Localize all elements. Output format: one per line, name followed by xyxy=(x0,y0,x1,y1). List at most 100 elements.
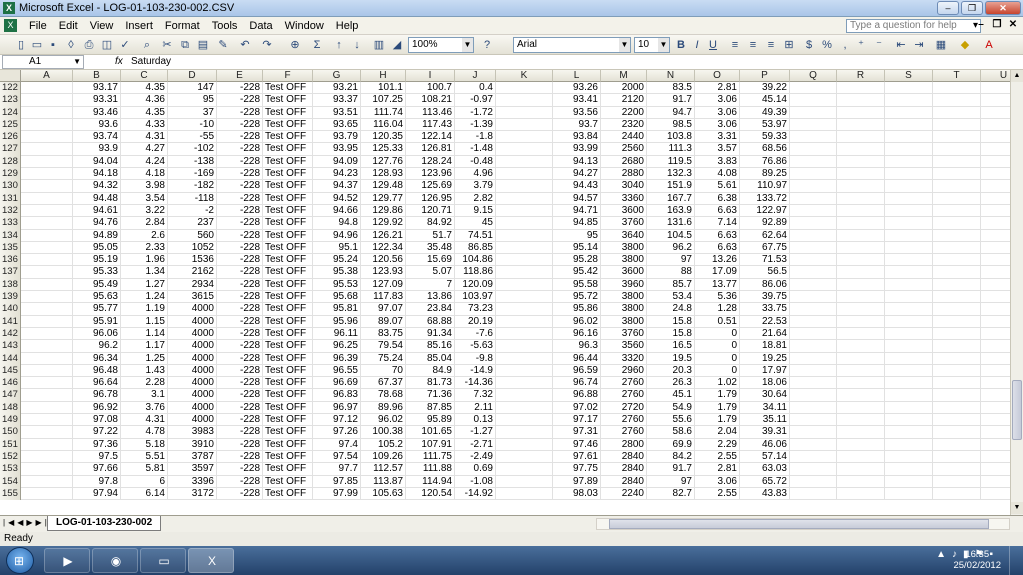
cell[interactable]: 95.28 xyxy=(553,254,601,267)
cell[interactable] xyxy=(21,414,73,427)
bold-icon[interactable]: B xyxy=(674,38,688,52)
cell[interactable]: 95.77 xyxy=(73,303,121,316)
cell[interactable] xyxy=(496,241,553,255)
cell[interactable]: 126.95 xyxy=(406,192,455,205)
cell[interactable]: 95.96 xyxy=(313,315,361,328)
cell[interactable]: 111.74 xyxy=(361,106,406,119)
cell[interactable] xyxy=(790,389,837,402)
cell[interactable] xyxy=(496,143,553,156)
cell[interactable]: 1.43 xyxy=(121,364,168,378)
cell[interactable]: Test OFF xyxy=(263,291,313,304)
format-painter-icon[interactable]: ✎ xyxy=(216,38,230,52)
cell[interactable]: 2320 xyxy=(601,118,647,132)
cell[interactable]: 3040 xyxy=(601,180,647,193)
cell[interactable]: 26.3 xyxy=(647,377,695,390)
cell[interactable] xyxy=(885,291,933,304)
cell[interactable] xyxy=(21,389,73,402)
cell[interactable]: 95.89 xyxy=(406,414,455,427)
cell[interactable]: 83.75 xyxy=(361,327,406,341)
tray-expand-icon[interactable]: ▲ xyxy=(936,549,946,560)
cell[interactable]: 2934 xyxy=(168,278,217,292)
cell[interactable]: 2840 xyxy=(601,475,647,488)
cell[interactable] xyxy=(837,94,885,107)
cell[interactable] xyxy=(496,475,553,488)
cell[interactable]: 94.8 xyxy=(313,217,361,230)
cell[interactable]: 18.06 xyxy=(740,377,790,390)
cell[interactable]: 95.86 xyxy=(553,303,601,316)
cell[interactable] xyxy=(885,487,933,501)
row-header[interactable]: 149 xyxy=(0,414,21,427)
cell[interactable]: 133.72 xyxy=(740,192,790,205)
cell[interactable]: 96.55 xyxy=(313,364,361,378)
cell[interactable]: 96.88 xyxy=(553,389,601,402)
cell[interactable] xyxy=(933,463,981,476)
cell[interactable] xyxy=(790,352,837,365)
cell[interactable]: -9.8 xyxy=(455,352,496,365)
cell[interactable]: 96.83 xyxy=(313,389,361,402)
cell[interactable]: 96.44 xyxy=(553,352,601,365)
menu-tools[interactable]: Tools xyxy=(206,20,244,32)
cell[interactable]: 94.96 xyxy=(313,229,361,242)
row-header[interactable]: 138 xyxy=(0,278,21,292)
cell[interactable]: 45.14 xyxy=(740,94,790,107)
cell[interactable]: 83.5 xyxy=(647,82,695,95)
zoom-combo[interactable]: 100% ▼ xyxy=(408,37,474,53)
cell[interactable]: 94.57 xyxy=(553,192,601,205)
chart-wizard-icon[interactable]: ▥ xyxy=(372,38,386,52)
cell[interactable]: 97.31 xyxy=(553,426,601,439)
cell[interactable] xyxy=(837,266,885,279)
cell[interactable]: 21.64 xyxy=(740,327,790,341)
cell[interactable]: 3.54 xyxy=(121,192,168,205)
cell[interactable]: 2.11 xyxy=(455,401,496,415)
cell[interactable]: 93.9 xyxy=(73,143,121,156)
cell[interactable] xyxy=(981,426,1010,438)
cell[interactable] xyxy=(981,353,1010,365)
cell[interactable] xyxy=(790,487,837,501)
cell[interactable]: 110.97 xyxy=(740,180,790,193)
cell[interactable]: 4.33 xyxy=(121,118,168,132)
cell[interactable]: 95.42 xyxy=(553,266,601,279)
cell[interactable]: 3615 xyxy=(168,291,217,304)
cell[interactable]: 3172 xyxy=(168,487,217,501)
cell[interactable]: -228 xyxy=(217,180,263,193)
cell[interactable]: 1052 xyxy=(168,241,217,255)
cell[interactable] xyxy=(21,180,73,193)
cell[interactable] xyxy=(981,303,1010,315)
cell[interactable]: 65.72 xyxy=(740,475,790,488)
cell[interactable]: 39.75 xyxy=(740,291,790,304)
cell[interactable]: 93.46 xyxy=(73,106,121,119)
cell[interactable]: 1.15 xyxy=(121,315,168,328)
copy-icon[interactable]: ⧉ xyxy=(178,38,192,52)
cell[interactable]: 126.21 xyxy=(361,229,406,242)
borders-icon[interactable]: ▦ xyxy=(934,38,948,52)
increase-decimal-icon[interactable]: ⁺ xyxy=(854,38,868,52)
cell[interactable]: 3800 xyxy=(601,254,647,267)
cell[interactable]: 96.06 xyxy=(73,327,121,341)
cell[interactable]: 5.36 xyxy=(695,291,740,304)
cell[interactable] xyxy=(933,438,981,451)
cell[interactable]: -228 xyxy=(217,143,263,156)
cell[interactable]: 129.86 xyxy=(361,204,406,218)
new-icon[interactable]: ▯ xyxy=(14,38,28,52)
cell[interactable]: 39.31 xyxy=(740,426,790,439)
cell[interactable]: 96.02 xyxy=(361,414,406,427)
cell[interactable]: 3.31 xyxy=(695,131,740,144)
cell[interactable] xyxy=(790,377,837,390)
cell[interactable]: 107.91 xyxy=(406,438,455,451)
cell[interactable]: 2.81 xyxy=(695,463,740,476)
select-all-button[interactable] xyxy=(0,70,21,82)
cell[interactable]: -228 xyxy=(217,217,263,230)
cell[interactable] xyxy=(496,327,553,341)
minimize-button[interactable]: – xyxy=(937,1,959,15)
cell[interactable]: 68.88 xyxy=(406,315,455,328)
cell[interactable]: 84.9 xyxy=(406,364,455,378)
cell[interactable]: -118 xyxy=(168,192,217,205)
cell[interactable]: 95.91 xyxy=(73,315,121,328)
cell[interactable] xyxy=(21,426,73,439)
column-header-d[interactable]: D xyxy=(168,70,217,82)
cell[interactable] xyxy=(790,204,837,218)
cell[interactable]: Test OFF xyxy=(263,192,313,205)
cell[interactable]: 3597 xyxy=(168,463,217,476)
cell[interactable] xyxy=(981,168,1010,180)
cell[interactable]: 97.46 xyxy=(553,438,601,451)
